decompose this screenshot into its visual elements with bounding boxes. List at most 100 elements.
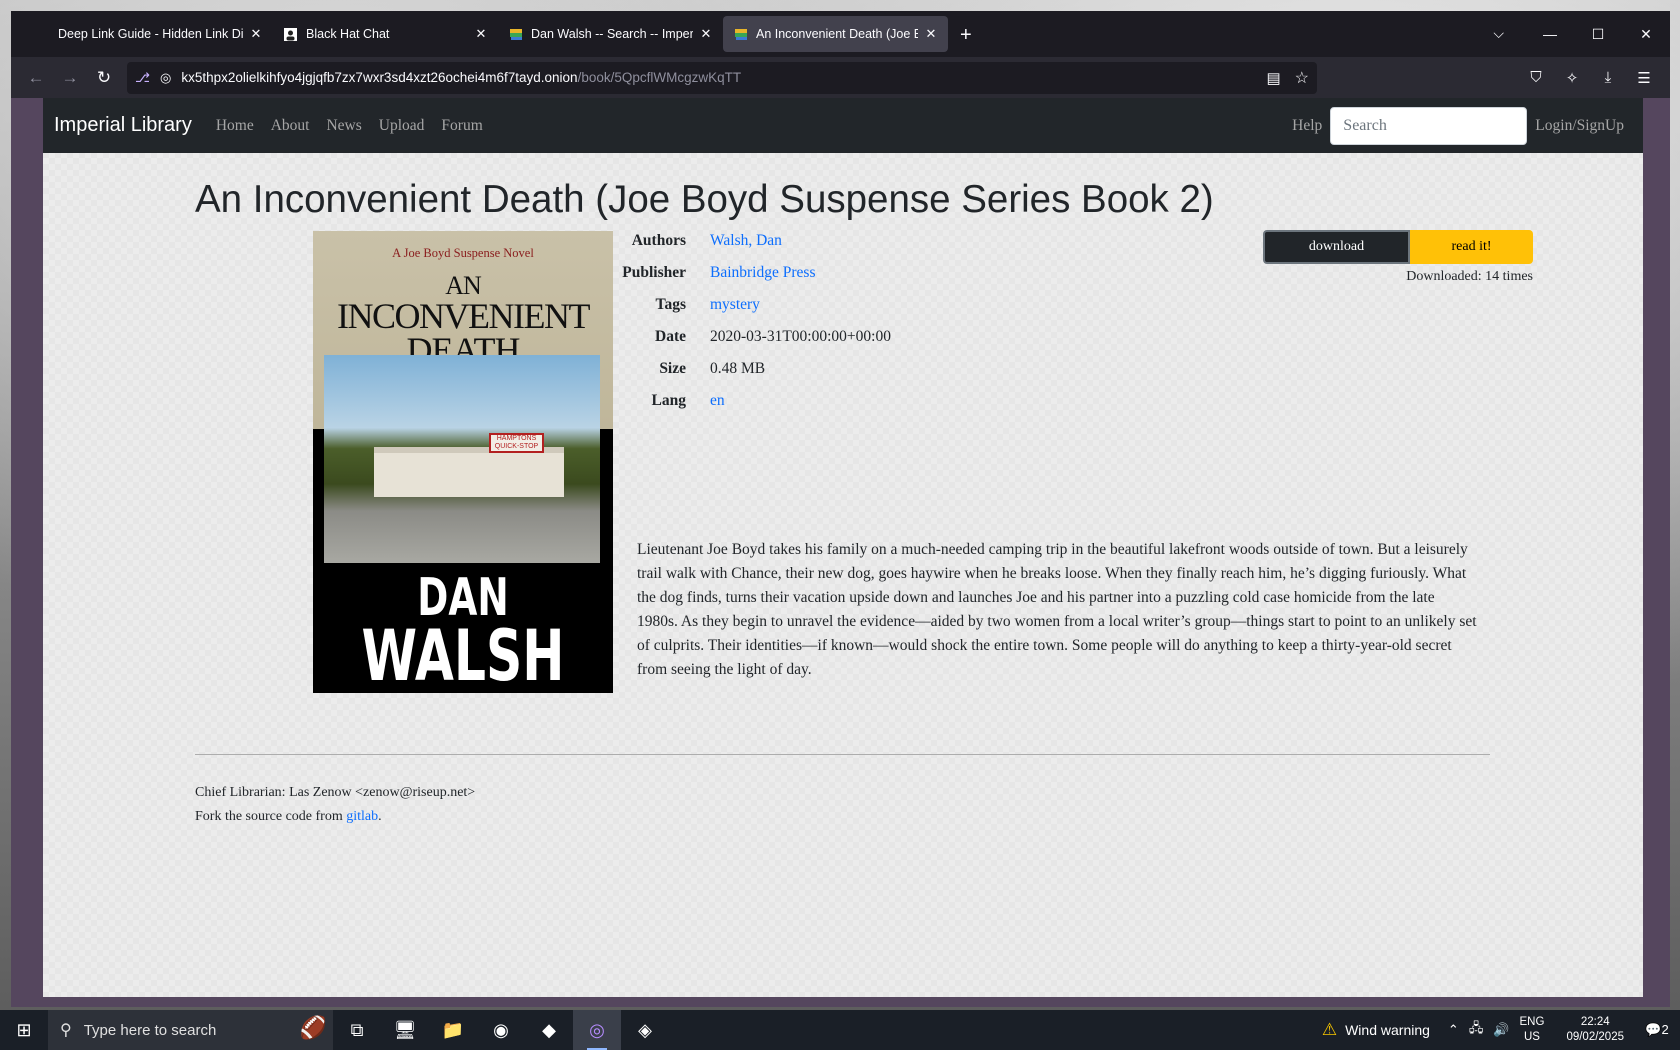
fork-suffix: . — [378, 809, 382, 824]
app-red-icon[interactable]: ◆ — [525, 1010, 573, 1050]
notification-count: 2 — [1661, 1022, 1669, 1037]
library-page: Imperial Library Home About News Upload … — [43, 98, 1643, 997]
author-link[interactable]: Walsh, Dan — [710, 232, 782, 250]
url-path: /book/5QpcflWMcgzwKqTT — [577, 70, 742, 85]
book-description: Lieutenant Joe Boyd takes his family on … — [637, 541, 1477, 678]
taskbar-search[interactable]: ⚲ Type here to search 🏈 — [48, 1010, 333, 1050]
menu-icon[interactable]: ☰ — [1626, 69, 1662, 87]
tab-title: Dan Walsh -- Search -- Imperial — [531, 27, 693, 41]
clock[interactable]: 22:24 09/02/2025 — [1566, 1015, 1624, 1045]
close-tab-icon[interactable]: ✕ — [249, 26, 263, 42]
nav-forum[interactable]: Forum — [441, 117, 482, 135]
footer-divider — [195, 754, 1490, 755]
tab-black-hat-chat[interactable]: Black Hat Chat ✕ — [273, 16, 498, 52]
file-explorer-icon[interactable]: 📁 — [429, 1010, 477, 1050]
network-icon[interactable]: 🖧 — [1469, 1019, 1484, 1041]
shield-icon[interactable]: ⛉ — [1518, 69, 1554, 87]
publisher-link[interactable]: Bainbridge Press — [710, 264, 815, 282]
tag-link[interactable]: mystery — [710, 296, 760, 314]
onion-circuit-icon[interactable]: ⎇ — [135, 70, 150, 86]
taskbar-apps: ⧉ 🖥 📁 ◉ ◆ ◎ ◈ — [333, 1010, 669, 1050]
window-controls: — ☐ ✕ — [1526, 11, 1670, 57]
tab-inconvenient-death[interactable]: An Inconvenient Death (Joe Boy ✕ — [723, 16, 948, 52]
chevron-down-icon[interactable]: ⌵ — [1493, 25, 1504, 42]
meta-row-lang: Lang en — [575, 385, 891, 417]
tab-deep-link-guide[interactable]: Deep Link Guide - Hidden Link Direc ✕ — [48, 16, 273, 52]
fork-line: Fork the source code from gitlab. — [195, 805, 475, 829]
cover-store — [374, 447, 564, 497]
tor-browser-icon[interactable]: ◎ — [573, 1010, 621, 1050]
maximize-icon[interactable]: ☐ — [1574, 26, 1622, 43]
lang-link[interactable]: en — [710, 392, 725, 410]
taskbar: ⊞ ⚲ Type here to search 🏈 ⧉ 🖥 📁 ◉ ◆ ◎ ◈ … — [0, 1010, 1680, 1050]
size-value: 0.48 MB — [710, 360, 766, 377]
cover-sign: HAMPTONS QUICK-STOP — [489, 433, 544, 453]
nav-news[interactable]: News — [326, 117, 361, 135]
close-tab-icon[interactable]: ✕ — [474, 26, 488, 42]
download-button[interactable]: download — [1263, 230, 1410, 264]
meta-key: Size — [659, 360, 686, 377]
chevron-up-icon[interactable]: ⌃ — [1448, 1022, 1459, 1038]
download-icon[interactable]: ⤓ — [1590, 69, 1626, 87]
cover-title-line: INCONVENIENT — [337, 296, 590, 336]
book-actions: download read it! Downloaded: 14 times — [1263, 230, 1533, 285]
action-buttons: download read it! — [1263, 230, 1533, 264]
close-window-icon[interactable]: ✕ — [1622, 26, 1670, 43]
books-icon — [733, 27, 748, 42]
language-indicator[interactable]: ENG US — [1520, 1015, 1545, 1045]
reader-view-icon[interactable]: ▤ — [1266, 69, 1280, 87]
read-button[interactable]: read it! — [1410, 230, 1533, 264]
meta-key: Tags — [655, 296, 686, 313]
volume-icon[interactable]: 🔊 — [1493, 1022, 1509, 1038]
close-tab-icon[interactable]: ✕ — [924, 26, 938, 42]
toolbar-icons: ⛉ ✧ ⤓ ☰ — [1518, 69, 1662, 87]
tab-title: Black Hat Chat — [306, 27, 390, 41]
clock-date: 09/02/2025 — [1566, 1031, 1624, 1043]
new-tab-icon[interactable]: + — [960, 24, 972, 47]
windows-start-icon[interactable]: ⊞ — [0, 1020, 48, 1041]
cover-series: A Joe Boyd Suspense Novel — [392, 246, 534, 260]
notifications-icon[interactable]: 💬2 — [1642, 1022, 1672, 1038]
minimize-icon[interactable]: — — [1526, 26, 1574, 42]
tab-title: An Inconvenient Death (Joe Boy — [756, 27, 918, 41]
meta-row-tags: Tags mystery — [575, 289, 891, 321]
back-icon[interactable]: ← — [19, 68, 53, 88]
new-identity-icon[interactable]: ✧ — [1554, 69, 1590, 87]
clock-time: 22:24 — [1580, 1016, 1610, 1028]
warning-icon: ⚠ — [1321, 1020, 1338, 1039]
chrome-icon[interactable]: ◉ — [477, 1010, 525, 1050]
librarian-credit: Chief Librarian: Las Zenow <zenow@riseup… — [195, 785, 476, 800]
lang-line: ENG — [1519, 1016, 1545, 1028]
cover-photo: HAMPTONS QUICK-STOP — [324, 355, 600, 563]
meta-key: Publisher — [622, 264, 686, 281]
gitlab-link[interactable]: gitlab — [346, 809, 378, 824]
url-host: kx5thpx2olielkihfyo4jgjqfb7zx7wxr3sd4xzt… — [181, 70, 578, 85]
close-tab-icon[interactable]: ✕ — [699, 26, 713, 42]
nav-upload[interactable]: Upload — [379, 117, 425, 135]
site-brand[interactable]: Imperial Library — [54, 114, 192, 137]
search-input[interactable] — [1330, 106, 1528, 145]
bookmark-star-icon[interactable]: ☆ — [1295, 68, 1309, 88]
address-bar[interactable]: ⎇ ◎ kx5thpx2olielkihfyo4jgjqfb7zx7wxr3sd… — [127, 61, 1317, 94]
lock-icon[interactable]: ◎ — [160, 70, 171, 86]
site-navbar: Imperial Library Home About News Upload … — [43, 98, 1643, 153]
weather-widget[interactable]: ⚠ Wind warning — [1322, 1020, 1430, 1040]
fork-prefix: Fork the source code from — [195, 809, 347, 824]
meta-key: Authors — [631, 232, 686, 249]
nav-about[interactable]: About — [271, 117, 310, 135]
search-highlight-icon: 🏈 — [299, 1015, 327, 1040]
page-title: An Inconvenient Death (Joe Boyd Suspense… — [195, 178, 1214, 221]
browser-window: Deep Link Guide - Hidden Link Direc ✕ Bl… — [11, 11, 1670, 1007]
system-tray: ⚠ Wind warning ⌃ 🖧 🔊 ENG US 22:24 09/02/… — [1322, 1010, 1680, 1050]
cover-author: DAN WALSH — [355, 572, 571, 691]
nav-login-signup[interactable]: Login/SignUp — [1535, 117, 1624, 135]
tab-dan-walsh-search[interactable]: Dan Walsh -- Search -- Imperial ✕ — [498, 16, 723, 52]
nav-help[interactable]: Help — [1292, 117, 1322, 135]
app-icon[interactable]: 🖥 — [381, 1010, 429, 1050]
forward-icon[interactable]: → — [53, 68, 87, 88]
task-view-icon[interactable]: ⧉ — [333, 1010, 381, 1050]
app-blue-icon[interactable]: ◈ — [621, 1010, 669, 1050]
nav-home[interactable]: Home — [216, 117, 254, 135]
reload-icon[interactable]: ↻ — [87, 68, 121, 88]
meta-row-size: Size 0.48 MB — [575, 353, 891, 385]
